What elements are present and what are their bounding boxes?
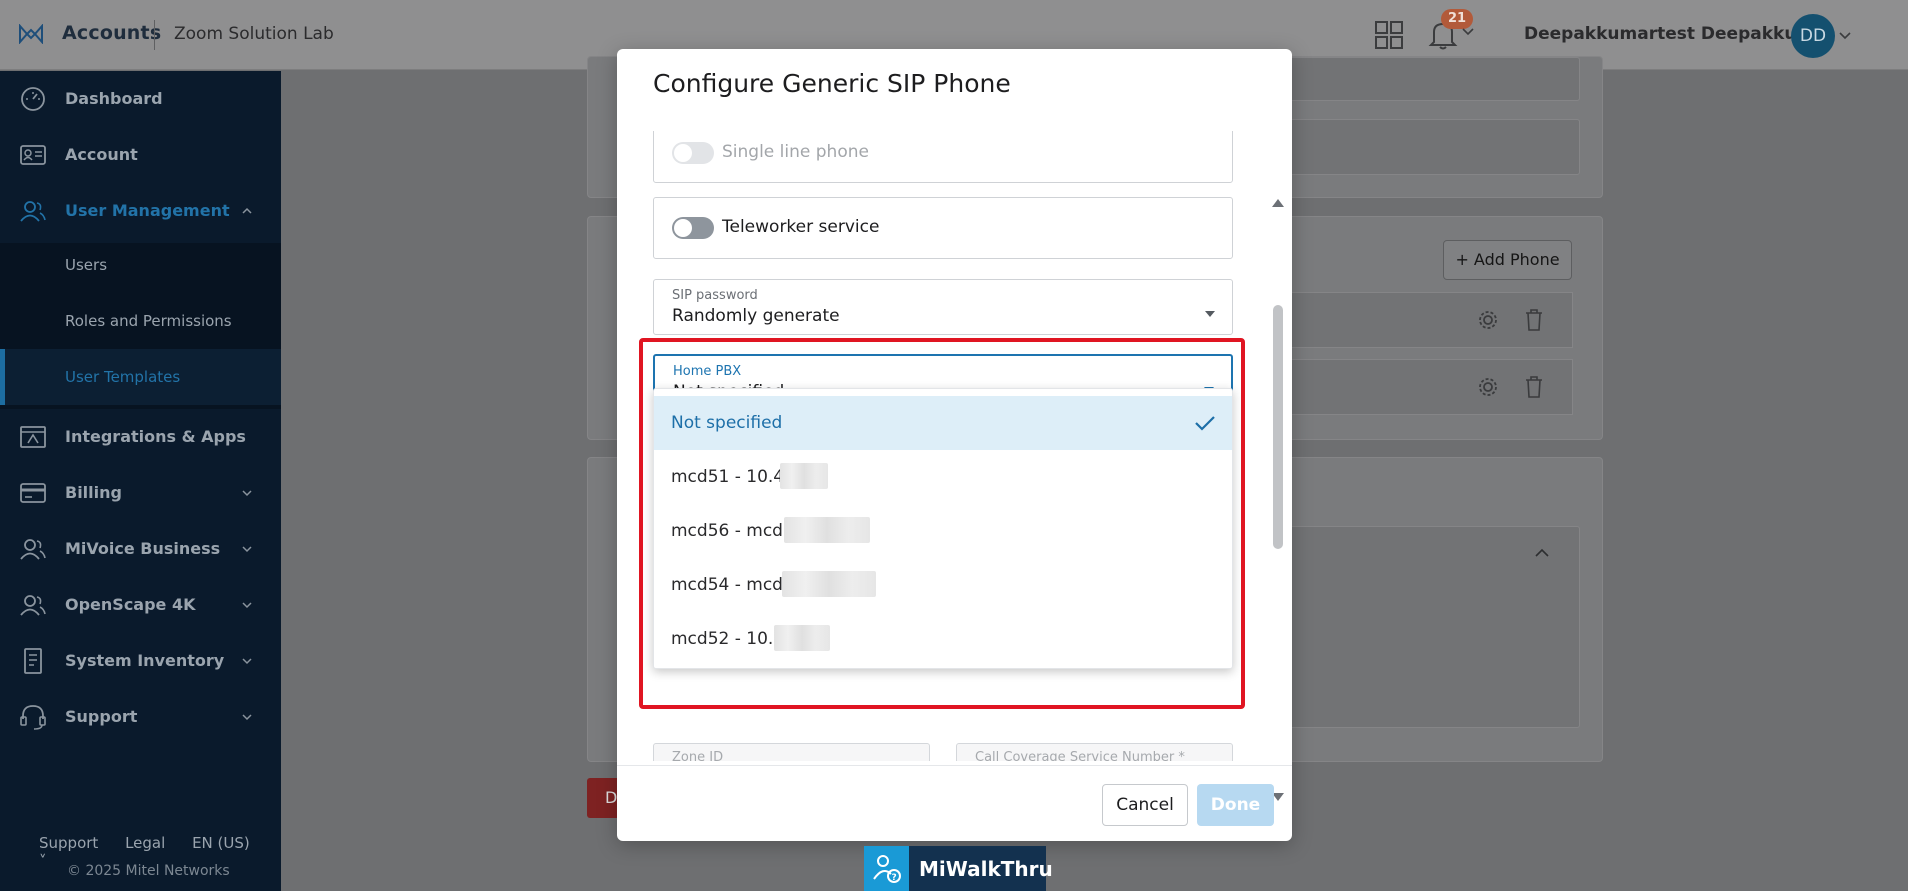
highlight-frame bbox=[639, 338, 1245, 709]
zone-id-label: Zone ID bbox=[672, 750, 724, 761]
copyright: © 2025 Mitel Networks bbox=[67, 863, 230, 879]
sidebar-item-users[interactable]: Users bbox=[0, 237, 281, 293]
caret-down-icon bbox=[1205, 311, 1215, 317]
chevron-down-icon[interactable] bbox=[1839, 31, 1851, 41]
done-button[interactable]: Done bbox=[1197, 784, 1274, 826]
miwalkthru-label: MiWalkThru bbox=[919, 857, 1053, 881]
id-card-icon bbox=[20, 145, 46, 165]
sip-password-value: Randomly generate bbox=[672, 306, 840, 326]
single-line-phone-label: Single line phone bbox=[722, 142, 869, 162]
scroll-up-arrow-icon[interactable] bbox=[1271, 197, 1285, 209]
chevron-up-icon bbox=[242, 207, 252, 214]
support-link[interactable]: Support bbox=[39, 834, 98, 852]
user-name[interactable]: Deepakkumartest Deepakku... bbox=[1524, 24, 1816, 44]
sidebar-item-label: System Inventory bbox=[65, 651, 225, 670]
sidebar-item-billing[interactable]: Billing bbox=[0, 465, 281, 521]
sidebar-item-system-inventory[interactable]: System Inventory bbox=[0, 633, 281, 689]
sidebar: Dashboard Account User Management Users … bbox=[0, 71, 281, 891]
sidebar-item-label: User Templates bbox=[65, 368, 181, 386]
chevron-down-icon bbox=[242, 546, 252, 553]
sidebar-item-label: OpenScape 4K bbox=[65, 595, 196, 614]
credit-card-icon bbox=[20, 483, 46, 503]
configure-sip-phone-dialog: Configure Generic SIP Phone Single line … bbox=[617, 49, 1292, 841]
users-icon bbox=[20, 595, 46, 616]
zone-id-field: Zone ID 1 bbox=[653, 743, 930, 761]
sidebar-item-label: Users bbox=[65, 256, 108, 274]
call-coverage-label: Call Coverage Service Number * bbox=[975, 750, 1185, 761]
sidebar-item-label: Support bbox=[65, 707, 138, 726]
sidebar-item-label: Account bbox=[65, 145, 138, 164]
sidebar-item-support[interactable]: Support bbox=[0, 689, 281, 745]
dialog-title: Configure Generic SIP Phone bbox=[653, 69, 1011, 98]
dashboard-icon bbox=[21, 87, 45, 111]
background-select bbox=[1288, 57, 1580, 101]
sidebar-item-label: Roles and Permissions bbox=[65, 312, 232, 330]
sidebar-item-label: Dashboard bbox=[65, 89, 163, 108]
sip-password-select[interactable]: SIP password Randomly generate bbox=[653, 279, 1233, 335]
teleworker-service-field: Teleworker service bbox=[653, 197, 1233, 259]
help-person-icon: ? bbox=[873, 855, 901, 883]
gear-icon bbox=[1479, 378, 1497, 396]
dialog-scrollbar[interactable] bbox=[1271, 199, 1285, 801]
chevron-down-icon bbox=[242, 602, 252, 609]
trash-icon bbox=[1526, 376, 1542, 398]
single-line-phone-toggle[interactable] bbox=[672, 142, 714, 164]
chevron-down-icon bbox=[242, 490, 252, 497]
scrollbar-thumb[interactable] bbox=[1273, 305, 1283, 549]
walkthrough-icon: ? bbox=[864, 846, 909, 891]
sidebar-item-label: User Management bbox=[65, 201, 230, 220]
sidebar-item-label: Billing bbox=[65, 483, 122, 502]
avatar[interactable]: DD bbox=[1791, 14, 1835, 58]
sidebar-item-roles-and-permissions[interactable]: Roles and Permissions bbox=[0, 293, 281, 349]
header-divider bbox=[154, 20, 155, 50]
chevron-up-icon bbox=[1535, 548, 1549, 557]
add-phone-button: + Add Phone bbox=[1443, 240, 1572, 280]
toggle-knob bbox=[674, 144, 692, 162]
chevron-down-icon bbox=[242, 658, 252, 665]
background-select bbox=[1288, 119, 1580, 175]
sidebar-item-label: MiVoice Business bbox=[65, 539, 221, 558]
headset-icon bbox=[20, 705, 46, 730]
users-icon bbox=[20, 539, 46, 560]
app-name[interactable]: Accounts bbox=[62, 22, 161, 44]
mitel-logo-icon bbox=[19, 24, 43, 44]
sidebar-item-user-management[interactable]: User Management bbox=[0, 183, 281, 239]
sidebar-item-dashboard[interactable]: Dashboard bbox=[0, 71, 281, 127]
inventory-icon bbox=[24, 648, 42, 674]
sidebar-item-user-templates[interactable]: User Templates bbox=[0, 349, 281, 405]
sidebar-item-label: Integrations & Apps bbox=[65, 427, 246, 446]
chevron-down-icon[interactable] bbox=[1462, 27, 1474, 37]
cancel-button[interactable]: Cancel bbox=[1102, 784, 1188, 826]
sidebar-item-account[interactable]: Account bbox=[0, 127, 281, 183]
apps-icon bbox=[20, 426, 46, 448]
app-grid-icon[interactable] bbox=[1375, 21, 1403, 49]
sidebar-item-openscape-4k[interactable]: OpenScape 4K bbox=[0, 577, 281, 633]
single-line-phone-field: Single line phone bbox=[653, 131, 1233, 183]
call-coverage-field: Call Coverage Service Number * 1 bbox=[956, 743, 1233, 761]
org-name: Zoom Solution Lab bbox=[174, 24, 334, 44]
miwalkthru-launcher[interactable]: ? MiWalkThru bbox=[864, 846, 1053, 891]
sidebar-item-integrations[interactable]: Integrations & Apps bbox=[0, 409, 281, 465]
teleworker-service-toggle[interactable] bbox=[672, 217, 714, 239]
chevron-down-icon bbox=[242, 714, 252, 721]
dialog-footer: Cancel Done bbox=[617, 765, 1292, 841]
svg-text:?: ? bbox=[892, 873, 897, 883]
notification-badge: 21 bbox=[1441, 9, 1473, 29]
sidebar-item-mivoice-business[interactable]: MiVoice Business bbox=[0, 521, 281, 577]
sip-password-label: SIP password bbox=[672, 288, 758, 303]
trash-icon bbox=[1526, 309, 1542, 331]
legal-link[interactable]: Legal bbox=[125, 834, 165, 852]
user-management-submenu: Users Roles and Permissions User Templat… bbox=[0, 243, 281, 409]
users-icon bbox=[20, 201, 46, 222]
teleworker-service-label: Teleworker service bbox=[722, 217, 880, 237]
toggle-knob bbox=[674, 219, 692, 237]
delete-button: D bbox=[587, 778, 617, 818]
gear-icon bbox=[1479, 311, 1497, 329]
